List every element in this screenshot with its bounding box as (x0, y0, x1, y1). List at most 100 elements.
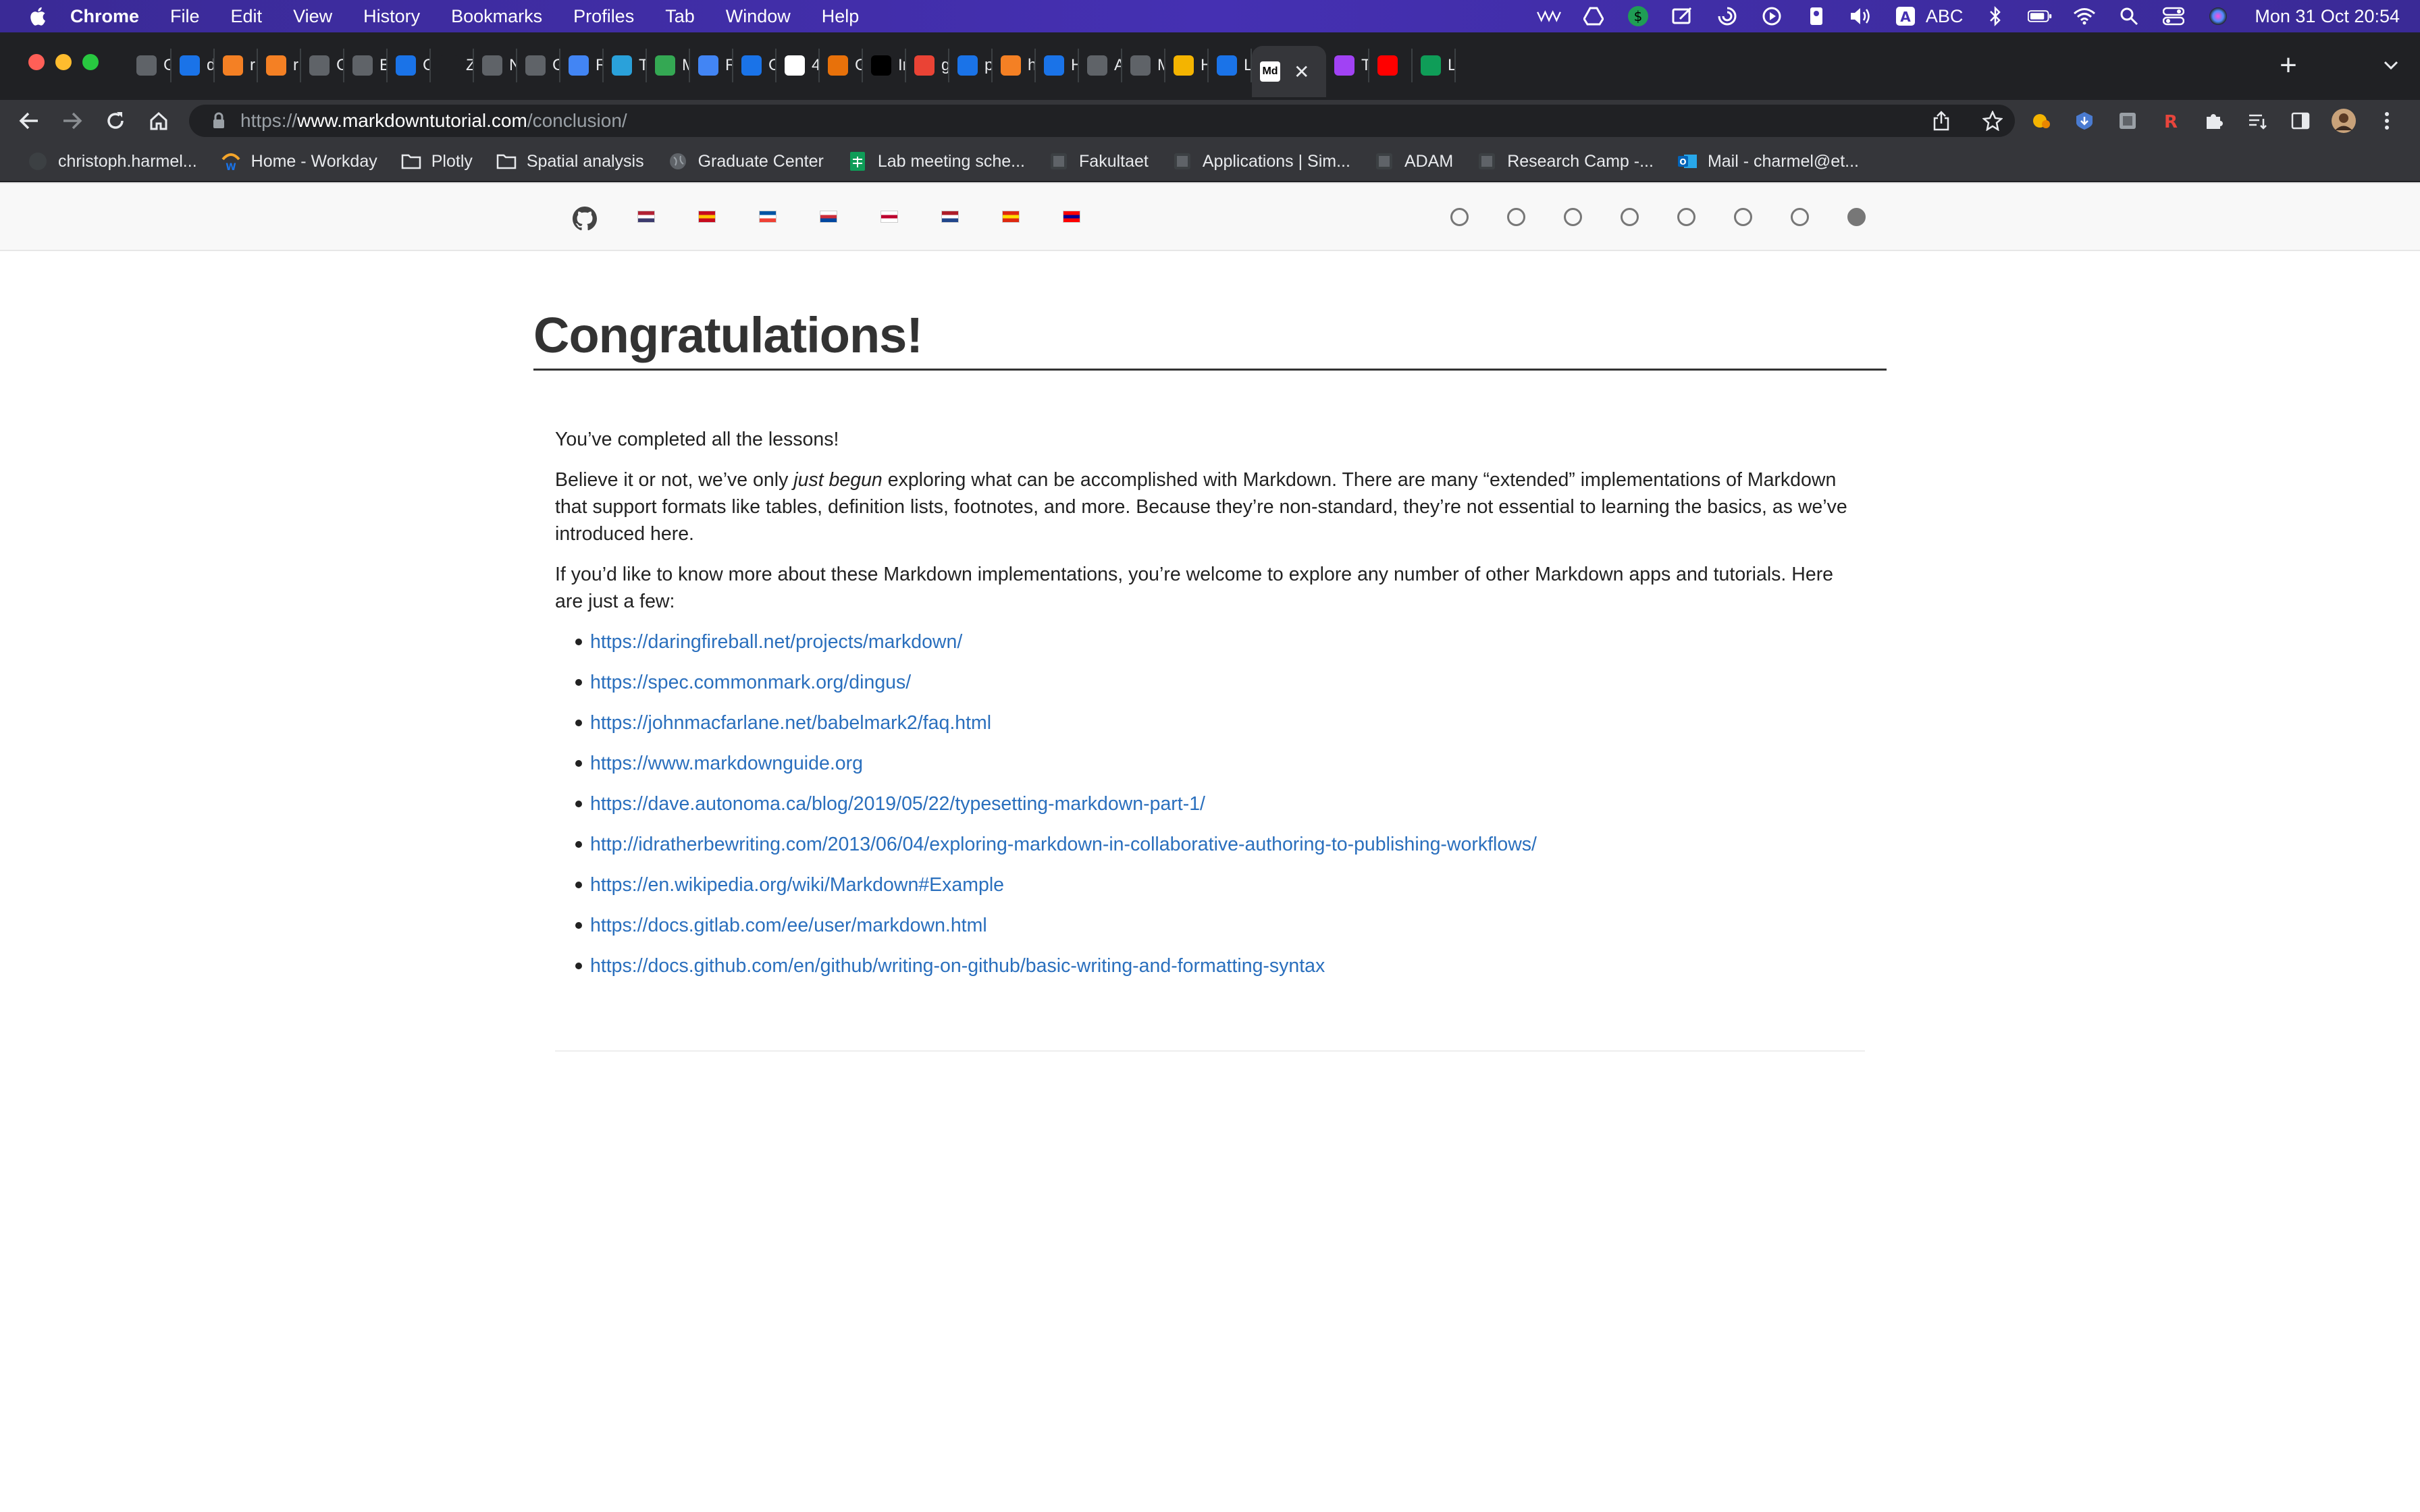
browser-tab[interactable]: Te (604, 49, 647, 82)
bookmark-item[interactable]: ADAM (1373, 151, 1453, 172)
resource-link[interactable]: https://daringfireball.net/projects/mark… (590, 631, 962, 653)
browser-tab[interactable]: r - (258, 49, 301, 82)
resource-link[interactable]: http://idratherbewriting.com/2013/06/04/… (590, 834, 1537, 855)
forward-button[interactable] (57, 105, 88, 136)
bookmark-item[interactable]: W Home - Workday (220, 151, 377, 172)
tab-search-icon[interactable] (2374, 49, 2408, 82)
browser-tab[interactable]: gi (906, 49, 949, 82)
address-bar[interactable]: https://www.markdowntutorial.com/conclus… (189, 105, 2015, 137)
lesson-dot[interactable] (1791, 208, 1809, 226)
browser-tab[interactable]: Nc (474, 49, 517, 82)
close-tab-icon[interactable]: ✕ (1294, 61, 1309, 83)
browser-tab[interactable]: Ca (388, 49, 431, 82)
menu-bookmarks[interactable]: Bookmarks (451, 6, 542, 27)
input-source-icon[interactable]: A (1893, 4, 1918, 28)
browser-tab[interactable]: ZE (431, 49, 474, 82)
status-app-icon[interactable] (1536, 4, 1561, 28)
browser-tab[interactable]: de (172, 49, 215, 82)
extension-download-icon[interactable] (2069, 105, 2100, 136)
resource-link[interactable]: https://johnmacfarlane.net/babelmark2/fa… (590, 712, 991, 734)
korean-flag[interactable] (820, 211, 837, 223)
browser-tab[interactable]: La (1413, 49, 1456, 82)
reload-button[interactable] (100, 105, 131, 136)
play-circle-icon[interactable] (1760, 4, 1784, 28)
browser-tab[interactable]: Th (1326, 49, 1369, 82)
browser-tab[interactable]: Gr (517, 49, 560, 82)
resource-link[interactable]: https://www.markdownguide.org (590, 753, 863, 774)
active-browser-tab[interactable]: Md ✕ (1252, 46, 1326, 97)
browser-tab[interactable]: Ma (647, 49, 690, 82)
browser-tab[interactable]: Re (690, 49, 733, 82)
lesson-dot[interactable] (1450, 208, 1469, 226)
menu-profiles[interactable]: Profiles (573, 6, 634, 27)
apple-menu-icon[interactable] (26, 3, 49, 30)
home-button[interactable] (143, 105, 174, 136)
extension-page-icon[interactable] (2112, 105, 2143, 136)
lock-icon[interactable] (205, 112, 232, 130)
bookmark-item[interactable]: christoph.harmel... (27, 151, 197, 172)
menu-tab[interactable]: Tab (665, 6, 695, 27)
resource-link[interactable]: https://spec.commonmark.org/dingus/ (590, 672, 911, 693)
wifi-icon[interactable] (2072, 4, 2097, 28)
browser-tab[interactable]: H/ (1036, 49, 1079, 82)
spanish-flag[interactable] (698, 211, 716, 223)
browser-tab[interactable]: Re (560, 49, 604, 82)
battery-icon[interactable] (2028, 4, 2052, 28)
side-panel-icon[interactable] (2285, 105, 2316, 136)
bookmark-star-icon[interactable] (1977, 105, 2008, 136)
minimize-window-button[interactable] (55, 54, 72, 70)
lesson-dot[interactable] (1621, 208, 1639, 226)
menu-app-name[interactable]: Chrome (70, 6, 139, 27)
badge-icon[interactable] (1804, 4, 1829, 28)
share-icon[interactable] (1926, 105, 1957, 136)
browser-tab[interactable]: Hc (1165, 49, 1209, 82)
bookmark-item[interactable]: Lab meeting sche... (847, 151, 1025, 172)
menu-help[interactable]: Help (822, 6, 860, 27)
menu-view[interactable]: View (293, 6, 332, 27)
menu-window[interactable]: Window (726, 6, 791, 27)
browser-tab[interactable]: Ap (1079, 49, 1122, 82)
browser-tab[interactable]: ph (949, 49, 993, 82)
current-lesson-dot[interactable] (1847, 208, 1866, 226)
japanese-flag[interactable] (880, 211, 898, 223)
french-flag[interactable] (759, 211, 777, 223)
extensions-puzzle-icon[interactable] (2199, 105, 2230, 136)
chinese-flag[interactable] (1002, 211, 1020, 223)
new-tab-button[interactable]: + (2271, 49, 2305, 82)
browser-tab[interactable]: Cc (301, 49, 344, 82)
lesson-dot[interactable] (1564, 208, 1582, 226)
volume-icon[interactable] (1849, 4, 1873, 28)
resource-link[interactable]: https://docs.gitlab.com/ee/user/markdown… (590, 915, 987, 936)
close-window-button[interactable] (28, 54, 45, 70)
dutch-flag[interactable] (941, 211, 959, 223)
browser-tab[interactable]: Ey (344, 49, 388, 82)
bookmark-item[interactable]: O Mail - charmel@et... (1677, 151, 1859, 172)
bluetooth-icon[interactable] (1983, 4, 2007, 28)
spotlight-search-icon[interactable] (2117, 4, 2141, 28)
resource-link[interactable]: https://en.wikipedia.org/wiki/Markdown#E… (590, 874, 1004, 896)
bookmark-item[interactable]: Research Camp -... (1476, 151, 1654, 172)
browser-tab[interactable]: Gi (820, 49, 863, 82)
reading-list-icon[interactable] (2242, 105, 2273, 136)
menu-history[interactable]: History (363, 6, 420, 27)
extension-r-icon[interactable]: R (2155, 105, 2186, 136)
bookmark-item[interactable]: Graduate Center (667, 151, 824, 172)
resource-link[interactable]: https://docs.github.com/en/github/writin… (590, 955, 1325, 977)
english-flag[interactable] (637, 211, 655, 223)
bookmark-item[interactable]: Fakultaet (1048, 151, 1149, 172)
browser-tab[interactable]: r - (215, 49, 258, 82)
zoom-window-button[interactable] (82, 54, 99, 70)
browser-tab[interactable]: Ini (863, 49, 906, 82)
extension-hand-icon[interactable] (2026, 105, 2057, 136)
browser-tab[interactable]: Gi (128, 49, 172, 82)
bookmark-item[interactable]: Spatial analysis (496, 151, 644, 172)
lesson-dot[interactable] (1677, 208, 1695, 226)
back-button[interactable] (14, 105, 45, 136)
lesson-dot[interactable] (1734, 208, 1752, 226)
menu-bar-clock[interactable]: Mon 31 Oct 20:54 (2255, 6, 2400, 27)
siri-icon[interactable] (2206, 4, 2230, 28)
profile-avatar[interactable] (2328, 105, 2359, 136)
browser-tab[interactable]: Le (1209, 49, 1252, 82)
browser-tab[interactable]: Ma (1122, 49, 1165, 82)
drive-icon[interactable] (1581, 4, 1606, 28)
